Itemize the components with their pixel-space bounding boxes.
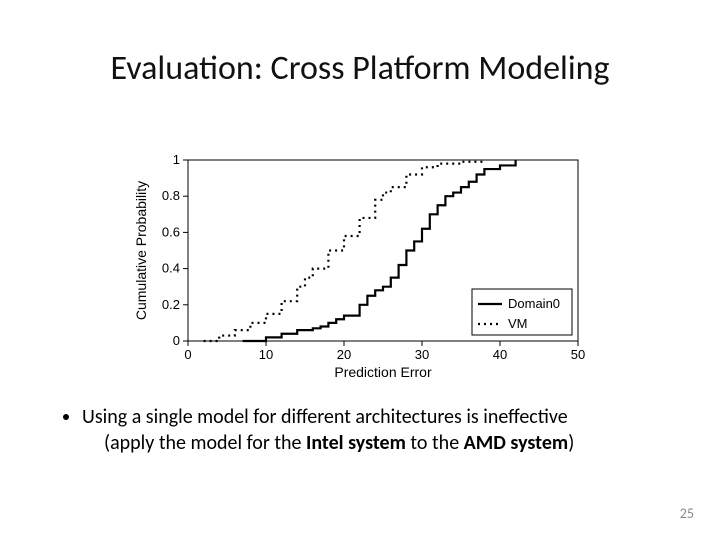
bullet-text-1b: ineffective [483, 405, 567, 429]
x-tick-label: 0 [184, 347, 191, 362]
cdf-chart: 0 10 20 30 40 50 0 0.2 0.4 0.6 0.8 1 Prediction Erro… [130, 150, 590, 385]
bullet-text-2c: to the [406, 431, 464, 455]
bullet-text-2b: Intel system [306, 431, 406, 455]
x-tick-label: 10 [259, 347, 273, 362]
x-tick-label: 30 [415, 347, 429, 362]
x-tick-label: 50 [571, 347, 585, 362]
legend-label: VM [508, 316, 528, 331]
bullet-text-2d: AMD system [464, 431, 569, 455]
bullet-list: Using a single model for different archi… [60, 404, 670, 456]
bullet-item: Using a single model for different archi… [82, 404, 670, 456]
x-axis-label: Prediction Error [334, 364, 432, 380]
y-tick-label: 0.6 [162, 224, 180, 239]
bullet-text-2a: (apply the model for the [104, 431, 306, 455]
page-number: 25 [680, 505, 694, 522]
y-tick-label: 1 [173, 152, 180, 167]
y-tick-label: 0.8 [162, 188, 180, 203]
bullet-text-1a: Using a single model for different archi… [82, 405, 483, 429]
y-axis-label: Cumulative Probability [133, 181, 149, 320]
x-tick-label: 40 [493, 347, 507, 362]
y-tick-label: 0.4 [162, 261, 180, 276]
page-title: Evaluation: Cross Platform Modeling [0, 48, 720, 89]
x-tick-label: 20 [337, 347, 351, 362]
y-tick-label: 0 [173, 333, 180, 348]
series-vm [204, 160, 485, 341]
y-tick-label: 0.2 [162, 297, 180, 312]
legend-label: Domain0 [508, 296, 560, 311]
bullet-text-2e: ) [568, 431, 574, 455]
chart-container: 0 10 20 30 40 50 0 0.2 0.4 0.6 0.8 1 Prediction Erro… [130, 150, 590, 385]
